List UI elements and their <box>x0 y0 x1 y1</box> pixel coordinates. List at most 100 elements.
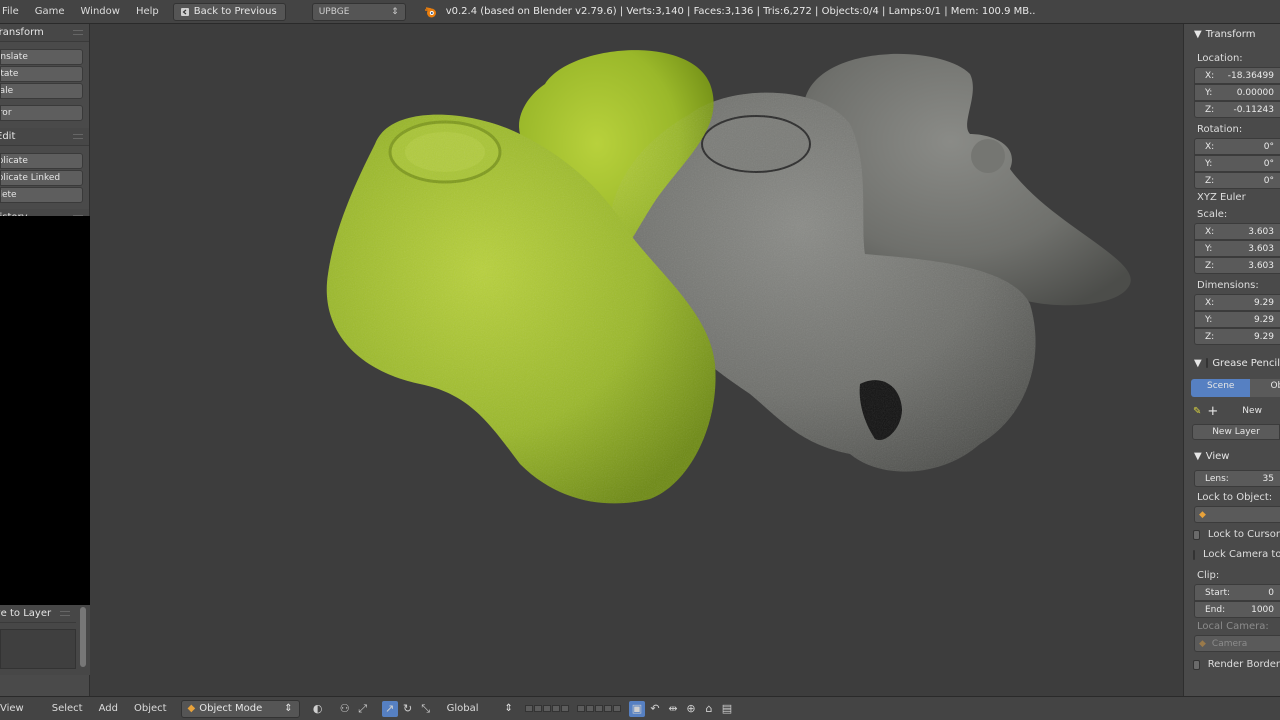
panel-grip-icon[interactable] <box>60 611 70 616</box>
view-panel-header[interactable]: ▼ View <box>1184 446 1280 466</box>
clip-start-field[interactable]: Start: 0 <box>1194 584 1280 601</box>
pivot-point-icon[interactable]: ⚇ <box>337 701 353 717</box>
top-menu-bar: File Game Window Help Back to Previous U… <box>0 0 1280 24</box>
tab-scene[interactable]: Scene <box>1191 379 1251 397</box>
delete-button[interactable]: Delete <box>0 187 83 203</box>
move-to-layer-header[interactable]: Move to Layer <box>0 605 76 623</box>
rotation-mode-select[interactable]: XYZ Euler <box>1184 189 1280 206</box>
menu-help[interactable]: Help <box>128 6 167 17</box>
opengl-render-icon[interactable]: ⌂ <box>701 701 717 717</box>
location-y-field[interactable]: Y: 0.00000 <box>1194 84 1280 101</box>
layer-button[interactable] <box>594 705 603 712</box>
grease-pencil-checkbox[interactable] <box>1205 358 1209 368</box>
scale-label: Scale: <box>1197 209 1228 220</box>
layer-grid[interactable] <box>0 629 76 669</box>
layer-button[interactable] <box>524 705 533 712</box>
scale-z-field[interactable]: Z: 3.603 <box>1194 257 1280 274</box>
layer-button[interactable] <box>560 705 569 712</box>
rotate-manipulator-icon[interactable]: ↻ <box>400 701 416 717</box>
new-grease-pencil-button[interactable]: New <box>1242 406 1262 416</box>
render-border-checkbox[interactable] <box>1193 659 1200 670</box>
edit-panel-header[interactable]: Edit <box>0 128 89 146</box>
render-engine-select[interactable]: UPBGE ⇕ <box>311 2 406 21</box>
3d-viewport[interactable] <box>90 24 1183 696</box>
scale-z-value: 3.603 <box>1248 260 1274 271</box>
interaction-mode-value: Object Mode <box>199 703 263 714</box>
layer-button[interactable] <box>612 705 621 712</box>
rotation-x-field[interactable]: X: 0° <box>1194 138 1280 155</box>
duplicate-button[interactable]: Duplicate <box>0 153 83 169</box>
updown-icon: ⇕ <box>391 6 399 17</box>
scale-button[interactable]: Scale <box>0 83 83 99</box>
undo-history-icon[interactable]: ↶ <box>647 701 663 717</box>
scene-layers-2[interactable] <box>576 705 621 712</box>
manipulator-icon[interactable]: ⤢ <box>355 701 371 717</box>
interaction-mode-select[interactable]: ◆ Object Mode ⇕ <box>180 699 300 718</box>
rotation-z-axis: Z: <box>1205 175 1215 186</box>
translate-manipulator-icon[interactable]: ↗ <box>381 700 398 717</box>
layer-button[interactable] <box>551 705 560 712</box>
layer-button[interactable] <box>603 705 612 712</box>
scale-y-axis: Y: <box>1205 243 1213 254</box>
transform-orientation-select[interactable]: Global <box>439 703 487 714</box>
rotation-x-value: 0° <box>1263 141 1274 152</box>
transform-panel-header[interactable]: ▼ Transform <box>1184 24 1280 44</box>
panel-scrollbar[interactable] <box>80 607 86 667</box>
dimensions-x-field[interactable]: X: 9.29 <box>1194 294 1280 311</box>
scene-layers[interactable] <box>524 705 569 712</box>
dimensions-y-field[interactable]: Y: 9.29 <box>1194 311 1280 328</box>
menu-select[interactable]: Select <box>44 703 91 714</box>
render-border-row[interactable]: Render Border <box>1184 656 1280 673</box>
scale-manipulator-icon[interactable]: ⤡ <box>418 701 434 717</box>
lock-object-field[interactable]: ◆ <box>1194 506 1280 523</box>
panel-grip-icon[interactable] <box>73 134 83 139</box>
mirror-button[interactable]: Mirror <box>0 105 83 121</box>
menu-file[interactable]: File <box>0 6 27 17</box>
scale-x-value: 3.603 <box>1248 226 1274 237</box>
disclosure-triangle-icon: ▼ <box>1194 450 1202 462</box>
rotation-y-field[interactable]: Y: 0° <box>1194 155 1280 172</box>
clip-end-field[interactable]: End: 1000 <box>1194 601 1280 618</box>
panel-grip-icon[interactable] <box>73 30 83 35</box>
grease-pencil-header[interactable]: ▼ Grease Pencil <box>1184 353 1280 373</box>
add-icon[interactable]: + <box>1207 404 1218 419</box>
layer-lock-icon[interactable]: ▣ <box>628 700 645 717</box>
local-camera-field[interactable]: ◆ Camera <box>1194 635 1280 652</box>
new-layer-button[interactable]: New Layer <box>1192 424 1280 440</box>
render-animation-icon[interactable]: ▤ <box>719 701 735 717</box>
layer-button[interactable] <box>533 705 542 712</box>
menu-add[interactable]: Add <box>91 703 126 714</box>
translate-button[interactable]: Translate <box>0 49 83 65</box>
lock-cursor-row[interactable]: Lock to Cursor <box>1184 526 1280 543</box>
layer-button[interactable] <box>576 705 585 712</box>
menu-view[interactable]: View <box>0 703 32 714</box>
lock-cursor-checkbox[interactable] <box>1193 529 1200 540</box>
properties-region: ▼ Transform Location: X: -18.36499 Y: 0.00… <box>1183 24 1280 696</box>
clip-label: Clip: <box>1197 570 1220 581</box>
dimensions-z-field[interactable]: Z: 9.29 <box>1194 328 1280 345</box>
duplicate-linked-button[interactable]: Duplicate Linked <box>0 170 83 186</box>
proportional-edit-icon[interactable]: ⊕ <box>683 701 699 717</box>
snap-icon[interactable]: ⇹ <box>665 701 681 717</box>
viewport-shading-icon[interactable]: ◐ <box>310 701 326 717</box>
rotation-z-field[interactable]: Z: 0° <box>1194 172 1280 189</box>
menu-game[interactable]: Game <box>27 6 73 17</box>
camera-icon: ◆ <box>1199 638 1206 649</box>
layer-button[interactable] <box>542 705 551 712</box>
layer-button[interactable] <box>585 705 594 712</box>
back-to-previous-button[interactable]: Back to Previous <box>172 2 286 21</box>
lock-camera-row[interactable]: Lock Camera to View <box>1184 546 1280 563</box>
tab-object[interactable]: Object <box>1250 379 1280 397</box>
edit-panel-title: Edit <box>0 131 16 142</box>
menu-window[interactable]: Window <box>73 6 128 17</box>
scale-x-field[interactable]: X: 3.603 <box>1194 223 1280 240</box>
location-z-field[interactable]: Z: -0.11243 <box>1194 101 1280 118</box>
menu-object[interactable]: Object <box>126 703 175 714</box>
lens-field[interactable]: Lens: 35 <box>1194 470 1280 487</box>
location-x-field[interactable]: X: -18.36499 <box>1194 67 1280 84</box>
lock-camera-checkbox[interactable] <box>1193 549 1195 560</box>
transform-panel-header[interactable]: Transform <box>0 24 89 42</box>
rotate-button[interactable]: Rotate <box>0 66 83 82</box>
viewport-scene[interactable] <box>90 24 1183 696</box>
scale-y-field[interactable]: Y: 3.603 <box>1194 240 1280 257</box>
